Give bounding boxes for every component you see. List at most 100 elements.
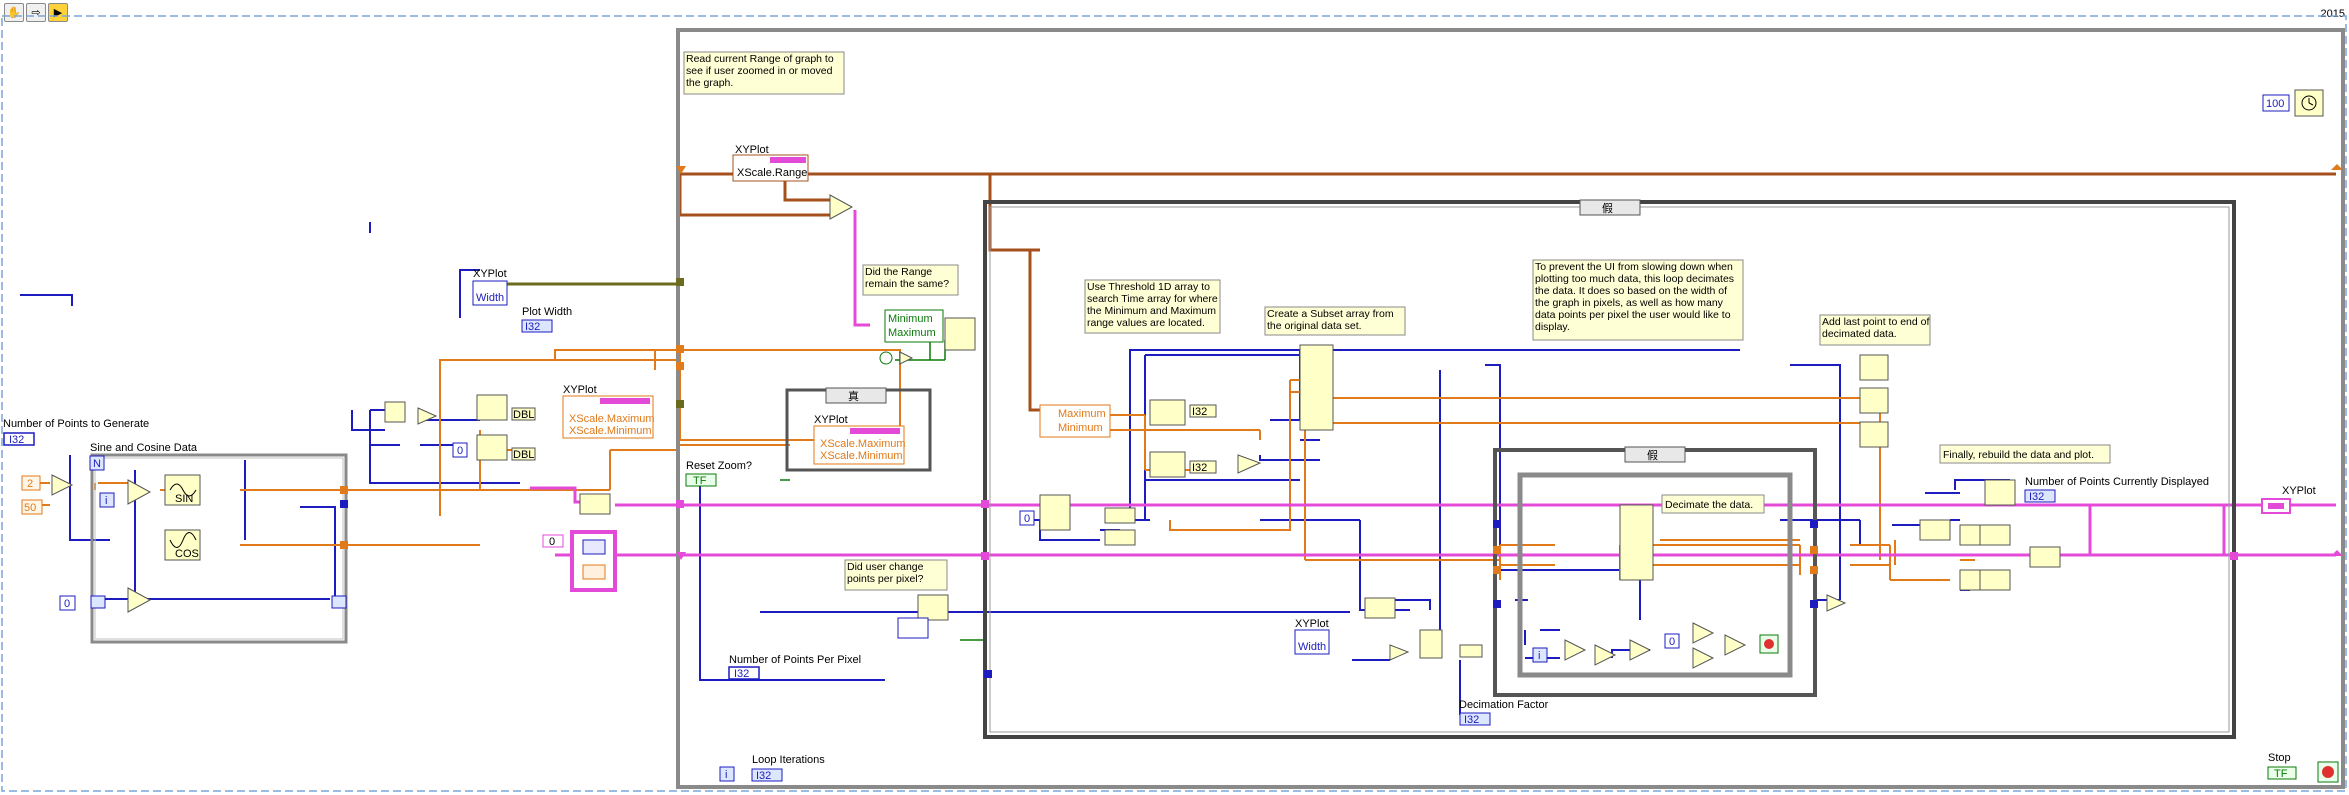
case-selector-true[interactable]: 真 <box>825 387 887 404</box>
equal-node-2 <box>1692 622 1715 644</box>
tunnel <box>984 670 992 678</box>
note-create-subset: Create a Subset array from the original … <box>1264 306 1406 336</box>
decimation-factor-indicator: I32 <box>1459 712 1491 726</box>
svg-text:真: 真 <box>848 389 859 403</box>
build-array-node <box>384 401 406 423</box>
svg-text:I32: I32 <box>1464 714 1479 726</box>
decrement-node <box>417 407 438 425</box>
svg-text:TF: TF <box>693 475 707 487</box>
label-plot-width: Plot Width <box>522 306 572 318</box>
xyplot-xscale-property[interactable]: XScale.Maximum XScale.Minimum <box>562 395 655 439</box>
tunnel <box>1493 600 1501 608</box>
append-last-node-3 <box>1859 421 1889 448</box>
label-num-points-generate: Number of Points to Generate <box>3 418 149 430</box>
label-xyplot-range: XYPlot <box>735 144 769 156</box>
cosine-node: COS <box>164 529 201 561</box>
tunnel <box>1810 546 1818 554</box>
tunnel <box>676 362 684 370</box>
index-array-node-3 <box>1039 494 1071 531</box>
quotient-node <box>1419 629 1443 659</box>
wait-ms-constant[interactable]: 100 <box>2262 94 2290 112</box>
svg-text:XScale.Maximum: XScale.Maximum <box>820 438 906 450</box>
stop-terminal-icon <box>2317 761 2339 783</box>
svg-text:XScale.Range: XScale.Range <box>737 167 807 179</box>
bundle-node <box>579 493 611 515</box>
wait-icon <box>2294 89 2324 117</box>
label-loop-iterations: Loop Iterations <box>752 754 825 766</box>
constant-fifty[interactable]: 50 <box>21 499 43 515</box>
shift-register-left <box>90 595 106 609</box>
svg-text:I32: I32 <box>734 668 749 680</box>
svg-text:XScale.Minimum: XScale.Minimum <box>569 425 652 437</box>
svg-text:0: 0 <box>1024 513 1030 525</box>
build-array-node-4 <box>2029 546 2061 568</box>
array-size-node <box>1364 597 1396 619</box>
svg-text:Minimum: Minimum <box>1058 422 1103 434</box>
svg-text:DBL: DBL <box>513 409 534 421</box>
svg-text:Decimate the data.: Decimate the data. <box>1665 499 1753 511</box>
loop-count-terminal: N <box>89 455 105 471</box>
svg-text:2: 2 <box>27 478 33 490</box>
tunnel <box>1493 546 1501 554</box>
svg-text:TF: TF <box>2274 768 2288 780</box>
loop-iterations-terminal: i <box>719 766 735 782</box>
number-points-per-pixel-control[interactable]: I32 <box>728 666 760 680</box>
multiply-node-2 <box>127 479 152 505</box>
xyplot-width-property-2[interactable]: Width <box>1294 629 1330 655</box>
case-selector-false-1[interactable]: 假 <box>1579 199 1641 216</box>
main-while-loop <box>676 28 2345 789</box>
constant-zero-b[interactable]: 0 <box>452 442 468 458</box>
constant-zero-a[interactable]: 0 <box>59 595 76 611</box>
append-last-node-2 <box>1859 387 1889 414</box>
svg-text:I32: I32 <box>1192 462 1207 474</box>
constant-zero-c[interactable]: 0 <box>1019 510 1035 526</box>
to-i32-node: I32 <box>1189 404 1217 418</box>
inner-stop-icon[interactable] <box>1759 634 1779 654</box>
tunnel <box>1810 520 1818 528</box>
tunnel <box>340 541 348 549</box>
xyplot-width-property[interactable]: Width <box>472 280 508 306</box>
svg-text:Finally, rebuild the data and: Finally, rebuild the data and plot. <box>1943 449 2094 461</box>
bundle-node-3 <box>1979 524 2011 546</box>
loop-iteration-terminal: i <box>99 492 115 508</box>
svg-text:i: i <box>1538 650 1540 662</box>
svg-text:0: 0 <box>549 536 555 548</box>
xyplot-reset-property[interactable]: XScale.Maximum XScale.Minimum <box>813 425 906 465</box>
stop-control[interactable]: TF <box>2267 766 2297 780</box>
num-points-generate-control[interactable]: I32 <box>3 432 35 446</box>
svg-text:Width: Width <box>476 292 504 304</box>
unbundle-max-min: Maximum Minimum <box>1039 404 1111 438</box>
label-decimation-factor: Decimation Factor <box>1459 699 1549 711</box>
svg-text:50: 50 <box>24 502 36 514</box>
label-xyplot-case: XYPlot <box>814 414 848 426</box>
constant-two[interactable]: 2 <box>21 475 41 491</box>
svg-text:SIN: SIN <box>175 493 193 505</box>
to-dbl-node: DBL <box>511 407 536 421</box>
constant-one[interactable]: 0 <box>1664 633 1680 649</box>
note-did-user-change: Did user change points per pixel? <box>844 559 948 591</box>
note-did-range: Did the Range remain the same? <box>862 264 959 296</box>
svg-text:100: 100 <box>2266 98 2284 110</box>
tunnel <box>1810 566 1818 574</box>
svg-text:i: i <box>725 769 727 781</box>
svg-text:DBL: DBL <box>513 449 534 461</box>
xyplot-xscale-range-property[interactable]: XScale.Range <box>732 154 809 182</box>
add-node <box>127 587 152 613</box>
label-xyplot-width-2: XYPlot <box>1295 618 1329 630</box>
xyplot-terminal[interactable] <box>2261 498 2291 514</box>
svg-text:COS: COS <box>175 548 199 560</box>
equal-node <box>829 194 854 220</box>
bundle-node-4 <box>1979 569 2011 591</box>
label-xyplot-width: XYPlot <box>473 268 507 280</box>
reset-zoom-control[interactable]: TF <box>685 473 717 487</box>
append-last-node <box>1859 354 1889 381</box>
label-number-points-displayed: Number of Points Currently Displayed <box>2025 476 2209 488</box>
note-add-last: Add last point to end of decimated data. <box>1819 314 1931 346</box>
array-subset-node <box>1299 344 1334 431</box>
pink-cluster-constant[interactable]: 0 <box>542 530 617 592</box>
svg-text:Minimum: Minimum <box>888 313 933 325</box>
svg-text:假: 假 <box>1602 201 1613 215</box>
case-selector-false-2[interactable]: 假 <box>1624 446 1686 463</box>
compare-node <box>1629 639 1652 661</box>
tunnel <box>676 400 684 408</box>
